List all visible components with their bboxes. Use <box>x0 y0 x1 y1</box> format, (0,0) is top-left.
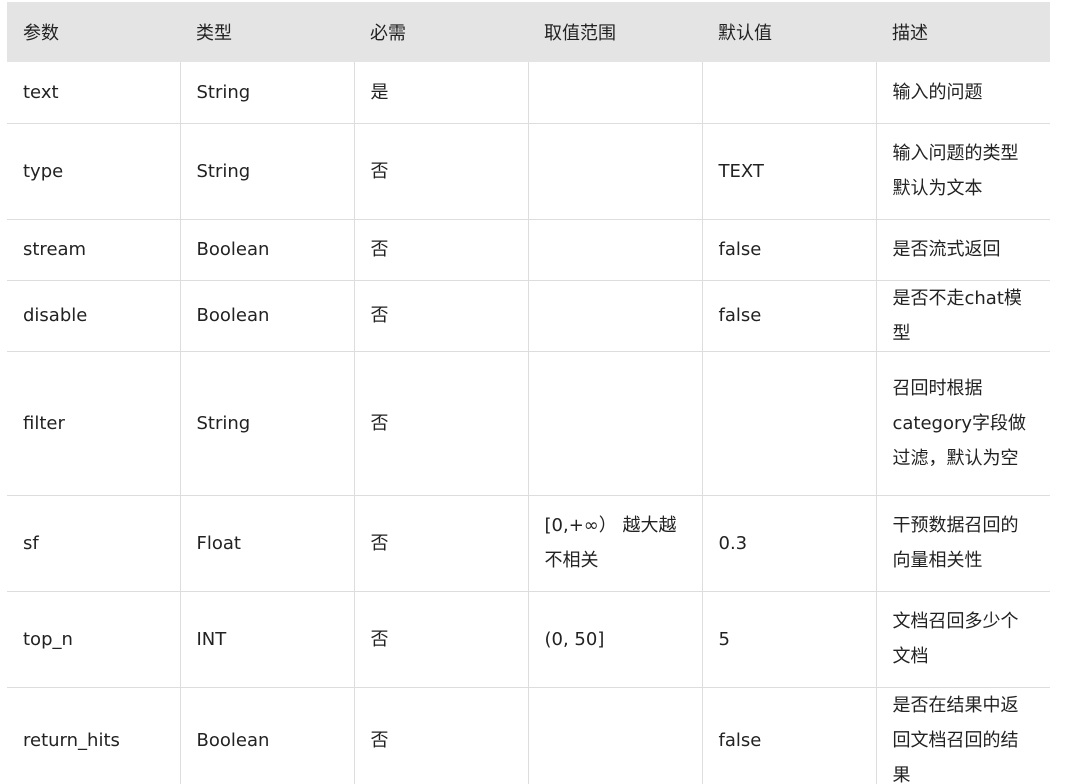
header-description: 描述 <box>876 2 1050 62</box>
cell-range <box>527 62 702 124</box>
cell-param: sf <box>7 495 180 592</box>
cell-type: String <box>179 351 354 496</box>
cell-range <box>527 123 702 220</box>
cell-param: return_hits <box>7 687 180 784</box>
cell-type: Float <box>179 495 354 592</box>
cell-type: INT <box>179 591 354 688</box>
table-row: top_n INT 否 (0, 50] 5 文档召回多少个文档 <box>7 591 1050 688</box>
cell-range <box>527 351 702 496</box>
cell-description: 干预数据召回的向量相关性 <box>875 495 1050 592</box>
cell-default: 5 <box>701 591 876 688</box>
header-type: 类型 <box>180 2 354 62</box>
cell-required: 否 <box>353 591 528 688</box>
cell-range <box>527 280 702 352</box>
cell-default: TEXT <box>701 123 876 220</box>
cell-default: 0.3 <box>701 495 876 592</box>
parameter-table: 参数 类型 必需 取值范围 默认值 描述 text String 是 输入的问题… <box>7 2 1050 784</box>
table-row: text String 是 输入的问题 <box>7 62 1050 124</box>
cell-param: filter <box>7 351 180 496</box>
header-required: 必需 <box>354 2 528 62</box>
cell-range: [0,+∞） 越大越不相关 <box>527 495 702 592</box>
cell-default: false <box>701 219 876 281</box>
cell-required: 否 <box>353 280 528 352</box>
cell-description: 输入问题的类型默认为文本 <box>875 123 1050 220</box>
header-range: 取值范围 <box>528 2 702 62</box>
cell-param: type <box>7 123 180 220</box>
table-row: stream Boolean 否 false 是否流式返回 <box>7 219 1050 281</box>
cell-required: 否 <box>353 219 528 281</box>
cell-range <box>527 687 702 784</box>
cell-type: String <box>179 123 354 220</box>
cell-description: 是否流式返回 <box>875 219 1050 281</box>
cell-type: String <box>179 62 354 124</box>
table-row: return_hits Boolean 否 false 是否在结果中返回文档召回… <box>7 687 1050 784</box>
header-param: 参数 <box>7 2 180 62</box>
cell-description: 输入的问题 <box>875 62 1050 124</box>
cell-default <box>701 62 876 124</box>
cell-required: 否 <box>353 351 528 496</box>
cell-required: 否 <box>353 123 528 220</box>
cell-param: text <box>7 62 180 124</box>
cell-required: 否 <box>353 687 528 784</box>
header-row: 参数 类型 必需 取值范围 默认值 描述 <box>7 2 1050 62</box>
cell-param: stream <box>7 219 180 281</box>
cell-default: false <box>701 687 876 784</box>
cell-type: Boolean <box>179 687 354 784</box>
cell-type: Boolean <box>179 280 354 352</box>
cell-default <box>701 351 876 496</box>
cell-param: top_n <box>7 591 180 688</box>
table-body: text String 是 输入的问题 type String 否 TEXT 输… <box>7 62 1050 784</box>
header-default: 默认值 <box>702 2 876 62</box>
cell-description: 文档召回多少个文档 <box>875 591 1050 688</box>
table-header: 参数 类型 必需 取值范围 默认值 描述 <box>7 2 1050 62</box>
table-row: sf Float 否 [0,+∞） 越大越不相关 0.3 干预数据召回的向量相关… <box>7 495 1050 592</box>
cell-description: 是否不走chat模型 <box>875 280 1050 352</box>
cell-range <box>527 219 702 281</box>
cell-required: 是 <box>353 62 528 124</box>
cell-default: false <box>701 280 876 352</box>
cell-type: Boolean <box>179 219 354 281</box>
cell-description: 召回时根据category字段做过滤，默认为空 <box>875 351 1050 496</box>
cell-param: disable <box>7 280 180 352</box>
cell-description: 是否在结果中返回文档召回的结果 <box>875 687 1050 784</box>
table-row: type String 否 TEXT 输入问题的类型默认为文本 <box>7 123 1050 220</box>
table-row: filter String 否 召回时根据category字段做过滤，默认为空 <box>7 351 1050 496</box>
table-row: disable Boolean 否 false 是否不走chat模型 <box>7 280 1050 352</box>
cell-range: (0, 50] <box>527 591 702 688</box>
cell-required: 否 <box>353 495 528 592</box>
